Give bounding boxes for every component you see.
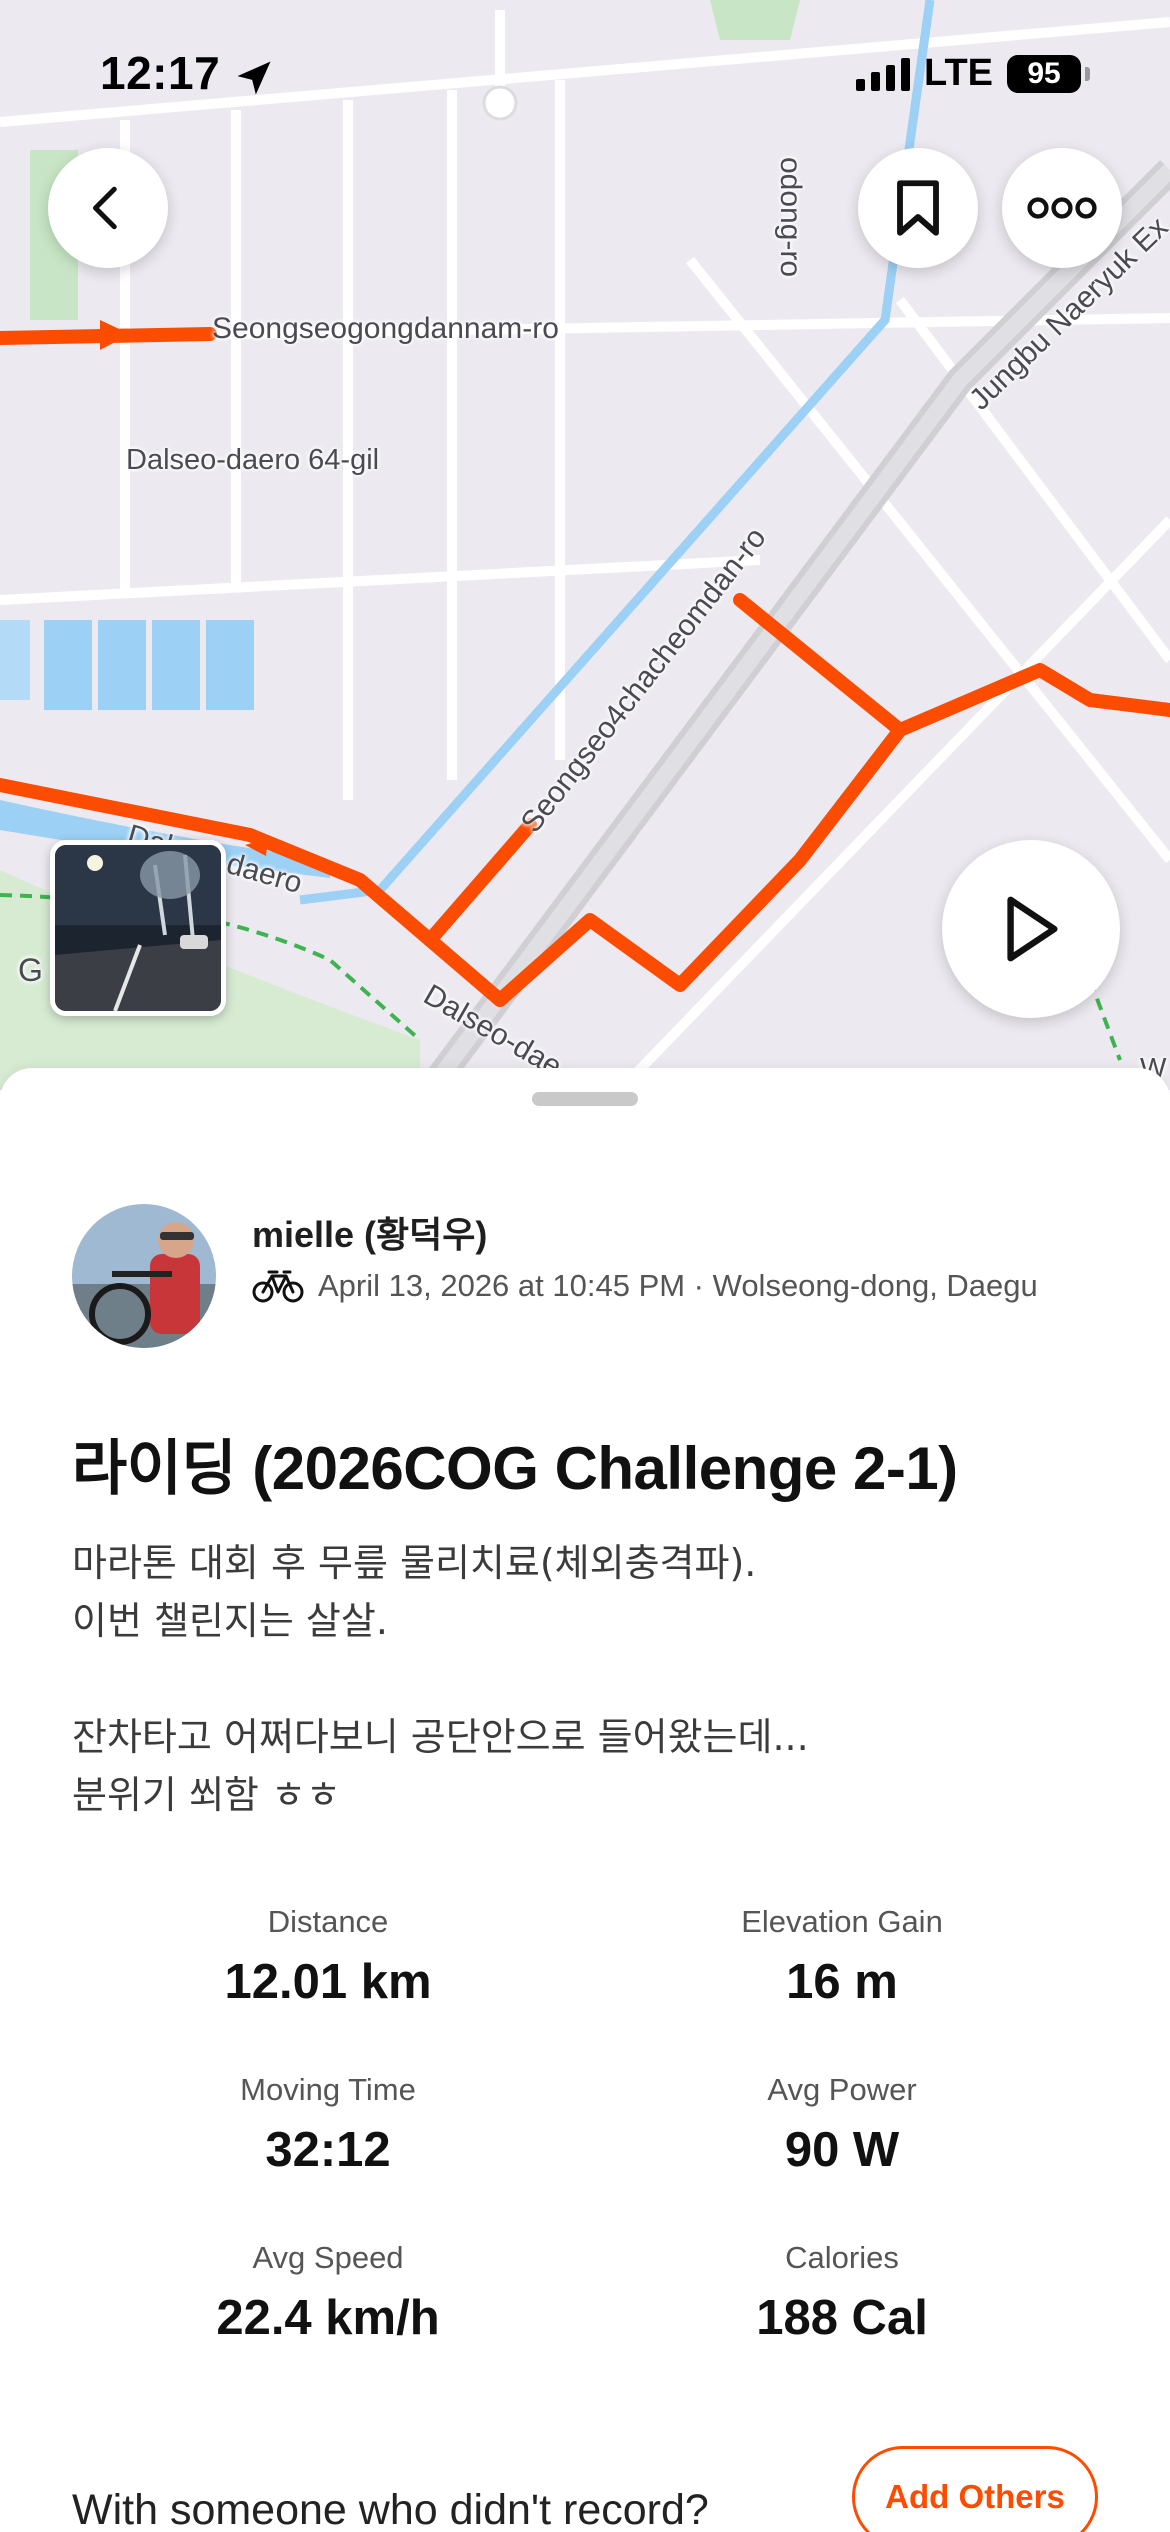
play-flyover-button[interactable] [942, 840, 1120, 1018]
activity-date-location: April 13, 2026 at 10:45 PM · Wolseong-do… [318, 1268, 1038, 1303]
add-others-button[interactable]: Add Others [852, 2446, 1098, 2532]
stat-label: Elevation Gain [741, 1904, 943, 1939]
description-line: 잔차타고 어쩌다보니 공단안으로 들어왔는데... [72, 1715, 809, 1759]
with-others-prompt: With someone who didn't record? [72, 2486, 709, 2532]
stat-distance: Distance 12.01 km [78, 1904, 578, 2010]
bike-icon [252, 1270, 304, 1303]
route-map[interactable]: Seongseogongdannam-ro Dalseo-daero 64-gi… [0, 0, 1170, 1090]
more-icon [1027, 197, 1097, 219]
battery-level: 95 [1027, 56, 1061, 90]
stat-avg-speed: Avg Speed 22.4 km/h [78, 2240, 578, 2346]
play-icon [1007, 896, 1058, 962]
description-line: 이번 챌린지는 살살. [72, 1599, 388, 1643]
description-line: 마라톤 대회 후 무릎 물리치료(체외충격파). [72, 1541, 757, 1585]
stat-value: 32:12 [265, 2123, 391, 2177]
activity-title: 라이딩 (2026COG Challenge 2-1) [72, 1435, 958, 1502]
stat-calories: Calories 188 Cal [592, 2240, 1092, 2346]
stat-value: 188 Cal [756, 2291, 928, 2345]
stat-moving-time: Moving Time 32:12 [78, 2072, 578, 2178]
stat-label: Distance [267, 1904, 389, 1939]
back-icon [93, 186, 117, 230]
night-street-photo [55, 845, 221, 1011]
description-line [72, 1650, 1102, 1708]
location-arrow-icon [237, 61, 271, 95]
avatar-photo [72, 1204, 216, 1348]
activity-details-sheet: mielle (황덕우) April 13, 2026 at 10:45 PM … [0, 1068, 1170, 2532]
bookmark-icon [897, 180, 939, 236]
activity-meta: April 13, 2026 at 10:45 PM · Wolseong-do… [252, 1268, 1038, 1304]
description-line: 분위기 쐬함 ㅎㅎ [72, 1773, 341, 1817]
signal-icon [856, 57, 911, 91]
sheet-drag-handle[interactable] [532, 1092, 638, 1106]
street-label-dalseo-64gil: Dalseo-daero 64-gil [126, 444, 380, 476]
stat-label: Calories [785, 2240, 899, 2275]
status-time: 12:17 [100, 47, 221, 99]
network-type: LTE [924, 52, 993, 94]
street-label-odong: odong-ro [774, 157, 807, 278]
stat-value: 16 m [786, 1955, 898, 2009]
stat-label: Avg Power [767, 2072, 917, 2107]
stat-value: 22.4 km/h [216, 2291, 440, 2345]
bookmark-button[interactable] [858, 148, 978, 268]
stat-avg-power: Avg Power 90 W [592, 2072, 1092, 2178]
street-label-g: G [18, 952, 43, 988]
back-button[interactable] [48, 148, 168, 268]
stat-label: Moving Time [240, 2072, 416, 2107]
stat-value: 12.01 km [224, 1955, 432, 2009]
street-label-seongseogongdannam: Seongseogongdannam-ro [212, 312, 559, 345]
status-indicators: LTE 95 [856, 52, 1090, 95]
activity-photo-thumbnail[interactable] [50, 840, 226, 1016]
stat-label: Avg Speed [252, 2240, 404, 2275]
battery-tip [1085, 66, 1090, 81]
avatar[interactable] [72, 1204, 216, 1348]
stat-elevation-gain: Elevation Gain 16 m [592, 1904, 1092, 2010]
user-name[interactable]: mielle (황덕우) [252, 1206, 487, 1258]
activity-description: 마라톤 대회 후 무릎 물리치료(체외충격파). 이번 챌린지는 살살. 잔차타… [72, 1534, 1102, 1824]
battery-icon: 95 [1007, 54, 1081, 93]
stat-value: 90 W [784, 2123, 900, 2177]
more-button[interactable] [1002, 148, 1122, 268]
